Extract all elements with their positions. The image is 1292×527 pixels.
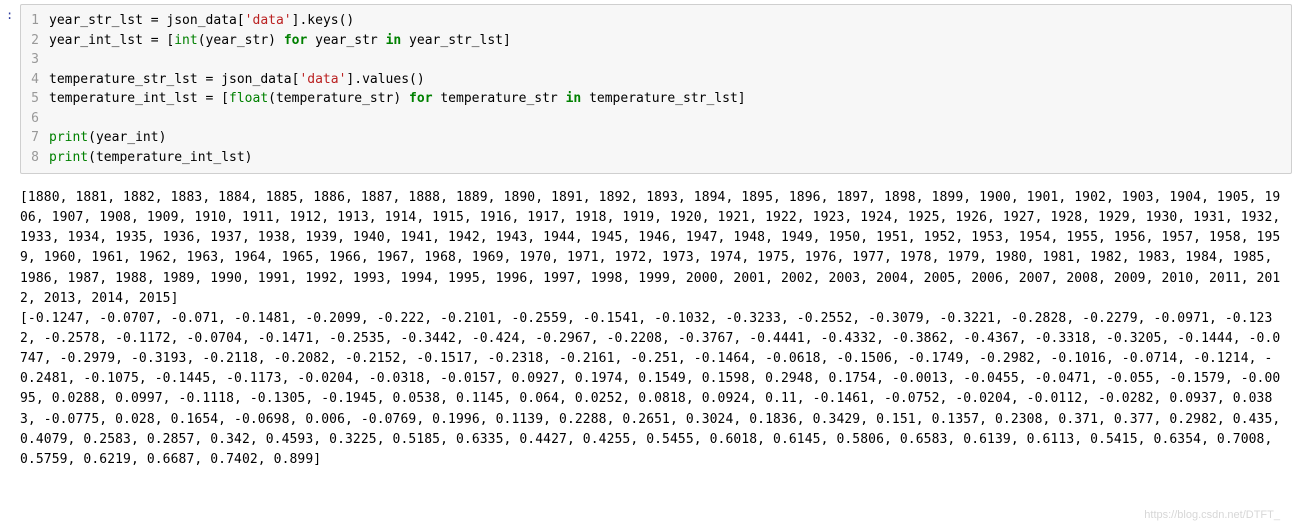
cell-prompt: : (6, 6, 13, 24)
output-area: [1880, 1881, 1882, 1883, 1884, 1885, 188… (0, 188, 1292, 478)
code-content[interactable]: year_str_lst = json_data['data'].keys()y… (49, 11, 746, 167)
input-cell: : 12345678 year_str_lst = json_data['dat… (0, 0, 1292, 188)
watermark: https://blog.csdn.net/DTFT_ (1144, 507, 1280, 524)
code-editor[interactable]: 12345678 year_str_lst = json_data['data'… (20, 4, 1292, 174)
line-numbers: 12345678 (31, 11, 49, 167)
